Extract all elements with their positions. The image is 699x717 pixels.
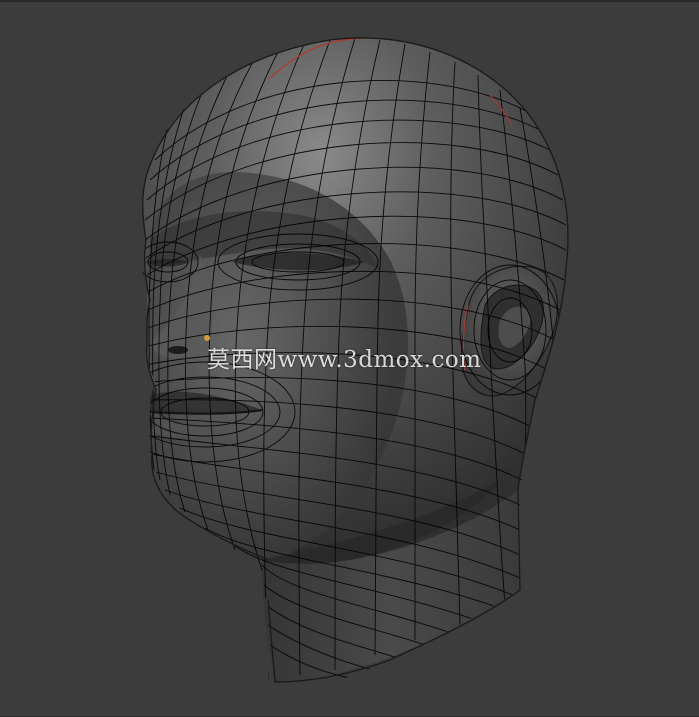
3d-viewport[interactable]: 莫西网www.3dmox.com bbox=[0, 0, 699, 717]
nostril bbox=[168, 346, 188, 354]
selected-vertex[interactable] bbox=[204, 335, 210, 341]
head-model[interactable] bbox=[0, 0, 699, 717]
